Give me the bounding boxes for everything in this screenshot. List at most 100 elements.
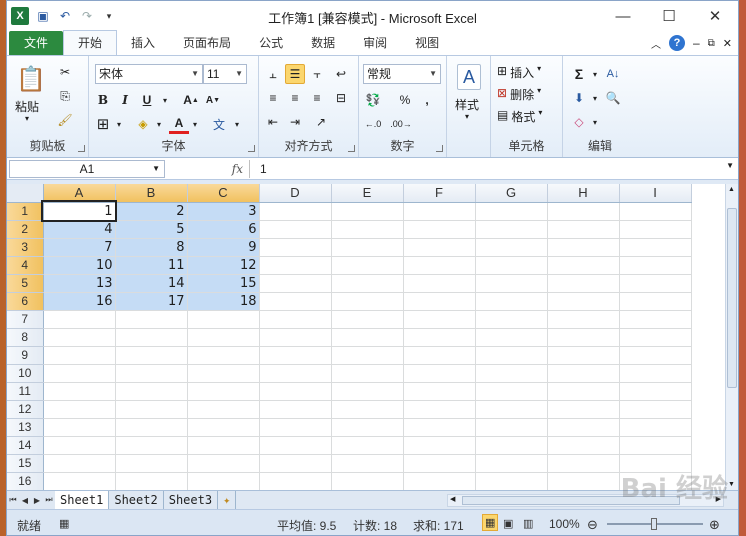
- cell-h8[interactable]: [547, 328, 620, 347]
- orientation-icon[interactable]: ↗: [311, 112, 331, 132]
- decrease-decimal-icon[interactable]: .00→: [390, 114, 412, 134]
- cell-h3[interactable]: [547, 238, 620, 257]
- cell-styles-icon[interactable]: A: [457, 64, 481, 90]
- cell-e1[interactable]: [331, 202, 404, 221]
- cell-b2[interactable]: 5: [115, 220, 188, 239]
- row-header-1[interactable]: 1: [7, 202, 44, 221]
- cell-h1[interactable]: [547, 202, 620, 221]
- cell-i12[interactable]: [619, 400, 692, 419]
- cell-a13[interactable]: [43, 418, 116, 437]
- workbook-close-icon[interactable]: ✕: [723, 37, 732, 50]
- undo-icon[interactable]: ↶: [57, 8, 73, 24]
- cell-i3[interactable]: [619, 238, 692, 257]
- maximize-icon[interactable]: ☐: [646, 1, 692, 31]
- cell-f3[interactable]: [403, 238, 476, 257]
- zoom-slider[interactable]: [607, 518, 703, 530]
- cell-c10[interactable]: [187, 364, 260, 383]
- cell-c4[interactable]: 12: [187, 256, 260, 275]
- cell-g14[interactable]: [475, 436, 548, 455]
- cell-d4[interactable]: [259, 256, 332, 275]
- row-header-11[interactable]: 11: [7, 382, 44, 401]
- cell-a15[interactable]: [43, 454, 116, 473]
- cell-c13[interactable]: [187, 418, 260, 437]
- cell-b14[interactable]: [115, 436, 188, 455]
- cell-b3[interactable]: 8: [115, 238, 188, 257]
- cell-h4[interactable]: [547, 256, 620, 275]
- cell-b13[interactable]: [115, 418, 188, 437]
- cell-f12[interactable]: [403, 400, 476, 419]
- cell-a1[interactable]: 1: [41, 200, 117, 222]
- font-launcher-icon[interactable]: [248, 145, 255, 152]
- cell-c16[interactable]: [187, 472, 260, 490]
- cell-h13[interactable]: [547, 418, 620, 437]
- cell-a10[interactable]: [43, 364, 116, 383]
- cell-f11[interactable]: [403, 382, 476, 401]
- number-launcher-icon[interactable]: [436, 145, 443, 152]
- column-header-e[interactable]: E: [331, 184, 404, 203]
- cell-i10[interactable]: [619, 364, 692, 383]
- row-header-15[interactable]: 15: [7, 454, 44, 473]
- cell-g3[interactable]: [475, 238, 548, 257]
- clear-dropdown-icon[interactable]: ▾: [585, 112, 605, 132]
- row-header-16[interactable]: 16: [7, 472, 44, 490]
- phonetic-dropdown-icon[interactable]: ▾: [227, 114, 247, 134]
- cell-a3[interactable]: 7: [43, 238, 116, 257]
- align-bottom-icon[interactable]: ⫟: [307, 64, 327, 84]
- cell-a16[interactable]: [43, 472, 116, 490]
- redo-icon[interactable]: ↷: [79, 8, 95, 24]
- cell-f5[interactable]: [403, 274, 476, 293]
- format-painter-icon[interactable]: 🖌: [55, 110, 75, 130]
- column-header-f[interactable]: F: [403, 184, 476, 203]
- name-box[interactable]: A1 ▼: [9, 159, 165, 178]
- column-header-c[interactable]: C: [187, 184, 260, 203]
- underline-dropdown-icon[interactable]: ▾: [155, 90, 175, 110]
- tab-review[interactable]: 审阅: [349, 31, 401, 55]
- cell-h10[interactable]: [547, 364, 620, 383]
- cell-g1[interactable]: [475, 202, 548, 221]
- font-name-select[interactable]: 宋体 ▼: [95, 64, 203, 84]
- cell-e7[interactable]: [331, 310, 404, 329]
- cell-f1[interactable]: [403, 202, 476, 221]
- cell-c2[interactable]: 6: [187, 220, 260, 239]
- cell-d16[interactable]: [259, 472, 332, 490]
- vertical-scrollbar[interactable]: ▲ ▼: [725, 184, 738, 490]
- cell-f7[interactable]: [403, 310, 476, 329]
- decrease-indent-icon[interactable]: ⇤: [263, 112, 283, 132]
- cell-e3[interactable]: [331, 238, 404, 257]
- cell-e11[interactable]: [331, 382, 404, 401]
- row-header-5[interactable]: 5: [7, 274, 44, 293]
- row-header-13[interactable]: 13: [7, 418, 44, 437]
- cell-i6[interactable]: [619, 292, 692, 311]
- cell-e4[interactable]: [331, 256, 404, 275]
- cell-e16[interactable]: [331, 472, 404, 490]
- row-header-2[interactable]: 2: [7, 220, 44, 239]
- cell-g9[interactable]: [475, 346, 548, 365]
- find-select-icon[interactable]: 🔍: [603, 88, 623, 108]
- cut-icon[interactable]: ✂: [55, 62, 75, 82]
- cell-d5[interactable]: [259, 274, 332, 293]
- cell-c5[interactable]: 15: [187, 274, 260, 293]
- tab-formulas[interactable]: 公式: [245, 31, 297, 55]
- cell-b7[interactable]: [115, 310, 188, 329]
- phonetic-icon[interactable]: 文: [209, 114, 229, 134]
- cell-i14[interactable]: [619, 436, 692, 455]
- cell-b15[interactable]: [115, 454, 188, 473]
- cell-e15[interactable]: [331, 454, 404, 473]
- column-header-d[interactable]: D: [259, 184, 332, 203]
- cell-d10[interactable]: [259, 364, 332, 383]
- cell-e13[interactable]: [331, 418, 404, 437]
- cell-g13[interactable]: [475, 418, 548, 437]
- cell-g2[interactable]: [475, 220, 548, 239]
- cell-b16[interactable]: [115, 472, 188, 490]
- borders-dropdown-icon[interactable]: ▾: [109, 114, 129, 134]
- close-icon[interactable]: ✕: [692, 1, 738, 31]
- fill-color-dropdown-icon[interactable]: ▾: [149, 114, 169, 134]
- zoom-out-icon[interactable]: ⊖: [587, 517, 598, 533]
- cell-g16[interactable]: [475, 472, 548, 490]
- worksheet-grid[interactable]: ABCDEFGHI 1 1 2 3 2 4 5 6 3 7 8 9 4 10 11 12 5 13 14 15 6 16 1…: [7, 184, 727, 490]
- tab-insert[interactable]: 插入: [117, 31, 169, 55]
- cell-h7[interactable]: [547, 310, 620, 329]
- cell-e10[interactable]: [331, 364, 404, 383]
- vertical-scroll-thumb[interactable]: [727, 208, 737, 388]
- row-header-12[interactable]: 12: [7, 400, 44, 419]
